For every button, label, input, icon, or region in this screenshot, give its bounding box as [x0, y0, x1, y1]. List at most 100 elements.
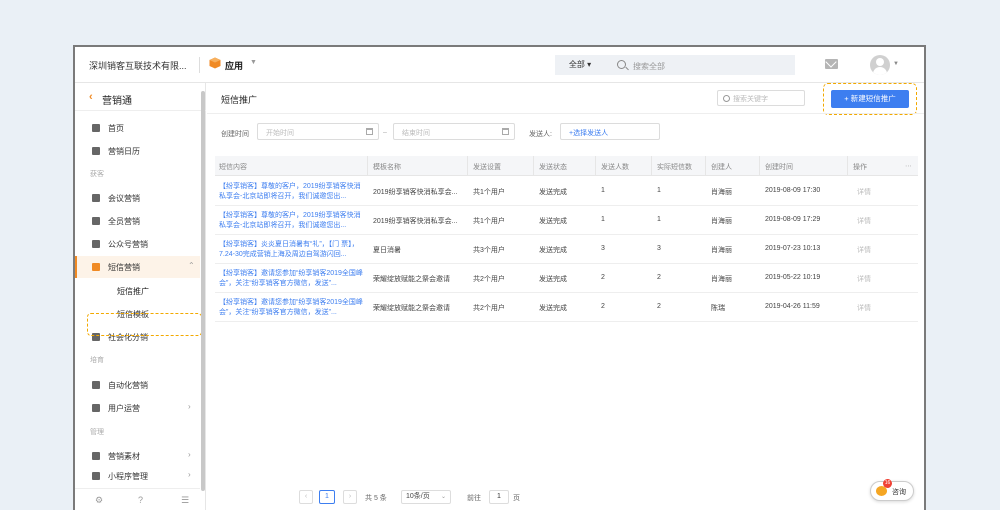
page-title: 短信推广 [221, 95, 258, 105]
column-divider[interactable] [533, 156, 534, 176]
sender-select[interactable]: +选择发送人 [560, 123, 660, 140]
keyword-search-input[interactable]: 搜索关键字 [717, 90, 805, 106]
page-size-select[interactable]: 10条/页 ⌄ [401, 490, 451, 504]
column-header: 发送人数 [601, 164, 629, 171]
column-header: 实际短信数 [657, 164, 692, 171]
help-icon[interactable]: ? [138, 495, 143, 505]
search-icon [617, 60, 626, 69]
app-switcher-label[interactable]: 应用 [225, 59, 243, 72]
chevron-down-icon[interactable]: ▼ [893, 61, 899, 67]
detail-link[interactable]: 详情 [857, 303, 871, 313]
chevron-up-icon: ⌃ [188, 261, 195, 270]
top-bar: 深圳销客互联技术有限... 应用 ▼ 全部 ▾ 搜索全部 ▼ [75, 47, 924, 83]
table-row[interactable]: 【纷享销客】邀请您参加“纷享销客2019全国峰会”，关注“纷享销客官方微信，发送… [215, 264, 918, 293]
calendar-icon [92, 147, 100, 155]
chevron-down-icon[interactable]: ▼ [250, 59, 257, 66]
folder-icon [92, 452, 100, 460]
miniprogram-icon [92, 472, 100, 480]
sidebar-item-calendar[interactable]: 营销日历 [75, 140, 200, 162]
prev-page-button[interactable]: ‹ [299, 490, 313, 504]
more-options-icon[interactable]: ⋯ [905, 162, 912, 170]
total-count: 共 5 条 [365, 495, 387, 502]
avatar[interactable] [870, 55, 890, 75]
next-page-button[interactable]: › [343, 490, 357, 504]
column-header: 模板名称 [373, 164, 401, 171]
sidebar-group-label: 获客 [90, 171, 104, 178]
goto-page-input[interactable]: 1 [489, 490, 509, 504]
sidebar-header: ‹ 营销通 [75, 83, 206, 111]
column-divider[interactable] [367, 156, 368, 176]
sidebar-item-official-account[interactable]: 公众号营销 [75, 233, 200, 255]
column-divider[interactable] [847, 156, 848, 176]
sidebar-item-sms[interactable]: 短信营销 ⌃ [75, 256, 200, 278]
sidebar-subitem-sms-promotion[interactable]: 短信推广 [117, 286, 149, 297]
search-scope-select[interactable]: 全部 ▾ [555, 55, 605, 75]
notification-badge: 16 [883, 479, 892, 488]
home-icon [92, 124, 100, 132]
sidebar-item-all-staff[interactable]: 全员营销 [75, 210, 200, 232]
column-divider[interactable] [759, 156, 760, 176]
column-divider[interactable] [651, 156, 652, 176]
sidebar-item-user-ops[interactable]: 用户运营 › [75, 397, 200, 419]
table-row[interactable]: 【纷享销客】炎炎夏日消暑有“礼”，【门 票】，7.24-30完成营销上海及周边自… [215, 235, 918, 264]
sidebar-footer: ⚙ ? ☰ [75, 488, 200, 510]
mail-icon[interactable] [825, 59, 838, 69]
company-name[interactable]: 深圳销客互联技术有限... [89, 59, 187, 72]
calendar-icon [366, 128, 373, 135]
users-icon [92, 217, 100, 225]
meeting-icon [92, 194, 100, 202]
chevron-down-icon: ⌄ [440, 494, 446, 500]
detail-link[interactable]: 详情 [857, 245, 871, 255]
chevron-right-icon: › [188, 402, 191, 411]
column-header: 发送设置 [473, 164, 501, 171]
page-unit-label: 页 [513, 495, 520, 502]
detail-link[interactable]: 详情 [857, 274, 871, 284]
app-cube-icon [209, 57, 221, 69]
sidebar-item-materials[interactable]: 营销素材 › [75, 445, 200, 467]
highlight-box [87, 313, 202, 336]
filter-time-label: 创建时间 [221, 131, 249, 138]
column-header: 短信内容 [219, 164, 247, 171]
divider [207, 113, 924, 114]
sidebar: ‹ 营销通 首页 营销日历 获客 会议营销 全员营销 公众号营销 短信营销 ⌃ [75, 83, 206, 510]
detail-link[interactable]: 详情 [857, 187, 871, 197]
detail-link[interactable]: 详情 [857, 216, 871, 226]
global-search-input[interactable]: 搜索全部 [605, 55, 795, 75]
pagination: ‹ 1 › 共 5 条 10条/页 ⌄ 前往 1 页 [207, 483, 924, 510]
sidebar-item-home[interactable]: 首页 [75, 117, 200, 139]
column-header: 创建时间 [765, 164, 793, 171]
column-header: 操作 [853, 164, 867, 171]
main-content: 短信推广 搜索关键字 + 新建短信推广 创建时间 开始时间 – 结束时间 发送人… [207, 83, 924, 510]
start-time-input[interactable]: 开始时间 [257, 123, 379, 140]
collapse-icon[interactable]: ☰ [181, 495, 189, 506]
chevron-right-icon: › [188, 450, 191, 459]
automation-icon [92, 381, 100, 389]
end-time-input[interactable]: 结束时间 [393, 123, 515, 140]
column-divider[interactable] [467, 156, 468, 176]
new-sms-promotion-button[interactable]: + 新建短信推广 [831, 90, 909, 108]
page-number[interactable]: 1 [319, 490, 335, 504]
column-divider[interactable] [705, 156, 706, 176]
back-arrow-icon[interactable]: ‹ [89, 91, 93, 103]
user-icon [92, 404, 100, 412]
sidebar-item-meeting[interactable]: 会议营销 [75, 187, 200, 209]
sidebar-scrollbar[interactable] [201, 91, 205, 491]
sidebar-title: 营销通 [102, 96, 132, 107]
sidebar-item-automation[interactable]: 自动化营销 [75, 374, 200, 396]
consult-button[interactable]: 16 咨询 [870, 479, 914, 501]
table-row[interactable]: 【纷享销客】尊敬的客户，2019纷享销客快消私享会-北京站即将召开，我们诚邀您出… [215, 177, 918, 206]
column-header: 发送状态 [539, 164, 567, 171]
table-row[interactable]: 【纷享销客】尊敬的客户，2019纷享销客快消私享会-北京站即将召开，我们诚邀您出… [215, 206, 918, 235]
column-divider[interactable] [595, 156, 596, 176]
sidebar-group-label: 管理 [90, 429, 104, 436]
column-header: 创建人 [711, 164, 732, 171]
message-icon [92, 263, 100, 271]
app-window: 深圳销客互联技术有限... 应用 ▼ 全部 ▾ 搜索全部 ▼ ‹ 营销通 首页 … [73, 45, 926, 510]
range-separator: – [383, 129, 387, 136]
gear-icon[interactable]: ⚙ [95, 495, 103, 506]
table-row[interactable]: 【纷享销客】邀请您参加“纷享销客2019全国峰会”，关注“纷享销客官方微信，发送… [215, 293, 918, 322]
sidebar-item-miniprogram[interactable]: 小程序管理 › [75, 465, 200, 483]
search-icon [723, 95, 730, 102]
sender-label: 发送人: [529, 131, 552, 138]
table-header: 短信内容 模板名称 发送设置 发送状态 发送人数 实际短信数 创建人 创建时间 … [215, 156, 918, 176]
